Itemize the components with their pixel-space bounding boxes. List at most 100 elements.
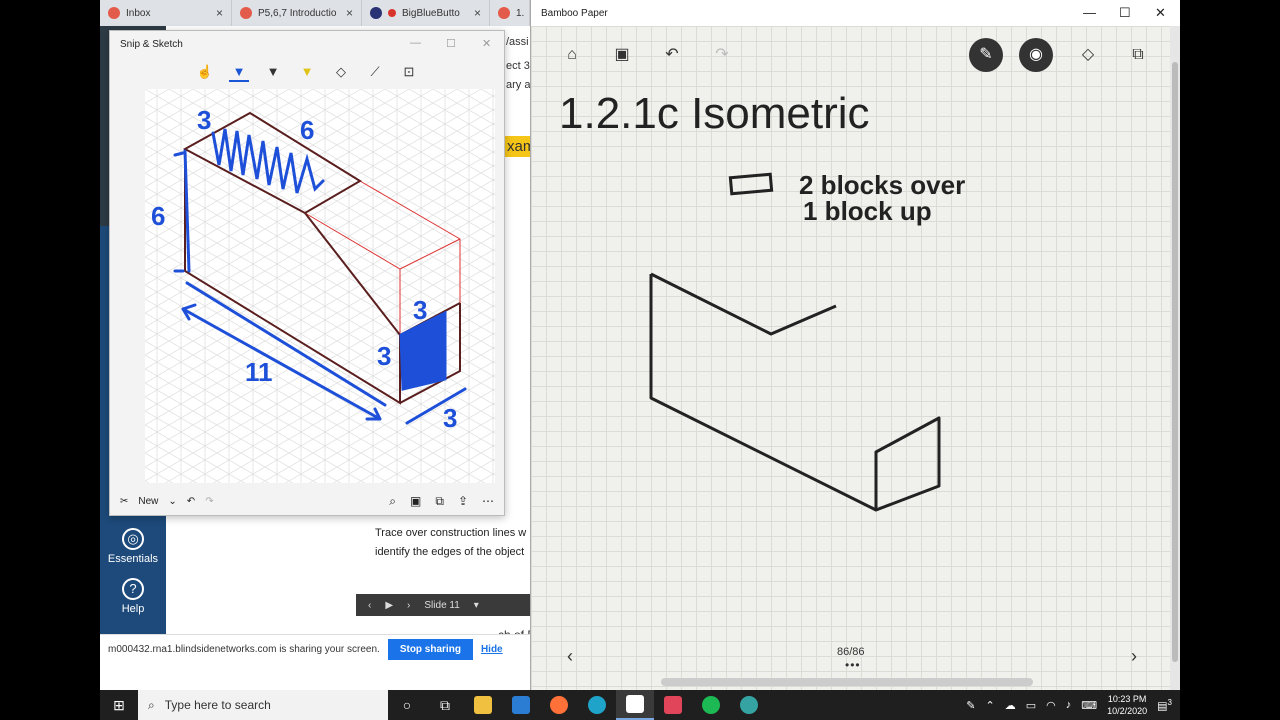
dimension-label: 3 [377,341,391,371]
pen-tool-icon[interactable]: ✎ [969,38,1003,72]
clock[interactable]: 10:23 PM 10/2/2020 [1107,693,1147,717]
maximize-icon[interactable]: ☐ [1119,5,1131,21]
dimension-label: 3 [197,105,211,135]
window-title: Bamboo Paper [541,7,608,19]
copy-icon[interactable]: ⧉ [435,494,444,509]
prev-slide-icon[interactable]: ‹ [368,600,371,611]
more-icon[interactable]: ⋯ [482,494,494,509]
nav-label: Help [121,603,145,615]
redo-icon[interactable]: ↷ [709,42,735,68]
volume-icon[interactable]: ♪ [1066,699,1072,711]
undo-icon[interactable]: ↶ [187,496,195,507]
handwritten-notes: 1.2.1c Isometric 2 blocks over 1 block u… [559,89,965,512]
home-icon[interactable]: ⌂ [559,42,585,68]
minimize-icon[interactable]: — [1083,5,1096,20]
vertical-scrollbar[interactable] [1170,26,1180,690]
snip-sketch-window: Snip & Sketch — ☐ ✕ ☝ ▼ ▼ ▼ ◇ ⟋ ⊡ 3 6 6 … [109,30,505,516]
pen-workspace-icon[interactable]: ✎ [966,699,975,712]
close-icon[interactable]: ✕ [1155,5,1166,21]
cortana-icon[interactable]: ○ [388,690,426,720]
prev-page-arrow[interactable]: ‹ [567,646,573,667]
highlighter-icon[interactable]: ▼ [297,62,317,82]
selection-icon[interactable]: ⧉ [1125,42,1151,68]
browser-tab-introduction[interactable]: P5,6,7 Introductio × [232,0,362,26]
close-tab-icon[interactable]: × [474,6,481,20]
snip-sketch-taskbar-icon[interactable] [654,690,692,720]
chevron-down-icon[interactable]: ⌄ [168,496,176,507]
isometric-sketch: 3 6 6 3 3 11 3 [145,89,495,483]
slide-caption-line: Trace over construction lines w [375,527,527,539]
eraser-icon[interactable]: ◇ [1075,42,1101,68]
zoom-icon[interactable]: ⌕ [389,494,396,509]
browser-tab-inbox[interactable]: Inbox × [100,0,232,26]
browser-tab-assignment[interactable]: 1. [490,0,530,26]
taskbar-search[interactable]: ⌕ Type here to search [138,690,388,720]
notification-count: 3 [1167,697,1172,707]
snip-canvas[interactable]: 3 6 6 3 3 11 3 [145,89,495,483]
battery-icon[interactable]: ▭ [1026,699,1036,712]
scroll-thumb[interactable] [1172,62,1178,662]
play-icon[interactable]: ▶ [385,600,393,611]
image-icon[interactable]: ▣ [609,42,635,68]
dimension-label: 6 [300,115,314,145]
clock-time: 10:23 PM [1107,694,1147,704]
next-page-arrow[interactable]: › [1131,646,1137,667]
dimension-label: 11 [245,357,273,387]
snip-bottom-bar: ✂ New ⌄ ↶ ↷ ⌕ ▣ ⧉ ⇪ ⋯ [110,487,504,515]
windows-start-icon[interactable]: ⊞ [100,697,138,714]
chevron-down-icon[interactable]: ▾ [474,600,479,611]
edge-dev-icon[interactable] [730,690,768,720]
block-icon [728,172,774,196]
page-fragment: /assi [506,36,529,48]
notification-icon[interactable]: ▤3 [1157,698,1172,713]
pencil-icon[interactable]: ▼ [263,62,283,82]
wifi-icon[interactable]: ◠ [1046,699,1056,712]
undo-icon[interactable]: ↶ [659,42,685,68]
minimize-icon[interactable]: — [410,37,421,49]
slide-label[interactable]: Slide 11 [424,600,459,611]
eraser-icon[interactable]: ◇ [331,62,351,82]
nav-item-help[interactable]: ? Help [100,578,166,615]
keyboard-icon[interactable]: ⌨ [1081,699,1097,712]
ballpoint-pen-icon[interactable]: ▼ [229,62,249,82]
new-snip-icon[interactable]: ✂ [120,496,128,507]
isometric-drawing [649,272,941,512]
spotify-icon[interactable] [692,690,730,720]
close-tab-icon[interactable]: × [216,6,223,20]
new-button[interactable]: New [138,496,158,507]
firefox-icon[interactable] [540,690,578,720]
touch-writing-icon[interactable]: ☝ [195,62,215,82]
redo-icon[interactable]: ↷ [205,496,213,507]
maximize-icon[interactable]: ☐ [446,37,456,50]
mail-icon[interactable] [502,690,540,720]
stop-sharing-button[interactable]: Stop sharing [387,639,473,660]
page-dots-icon[interactable]: ••• [845,658,861,672]
chevron-up-icon[interactable]: ⌃ [985,699,994,712]
browser-tab-bigbluebutton[interactable]: BigBlueButto × [362,0,490,26]
tab-label: Inbox [126,7,151,19]
file-explorer-icon[interactable] [464,690,502,720]
page-fragment: ect 3 [506,60,530,72]
horizontal-scrollbar[interactable] [661,678,1033,686]
edge-icon[interactable] [578,690,616,720]
crop-icon[interactable]: ⊡ [399,62,419,82]
hide-link[interactable]: Hide [481,644,503,655]
note-line: 1 block up [803,196,932,226]
save-icon[interactable]: ▣ [410,494,421,509]
next-slide-icon[interactable]: › [407,600,410,611]
onedrive-icon[interactable]: ☁ [1005,699,1016,712]
share-icon[interactable]: ⇪ [458,494,468,509]
nav-item-essentials[interactable]: ◎ Essentials [100,528,166,565]
ink-color-icon[interactable]: ◉ [1019,38,1053,72]
task-view-icon[interactable]: ⧉ [426,690,464,720]
notebook-page[interactable]: 1.2.1c Isometric 2 blocks over 1 block u… [531,26,1171,690]
bamboo-paper-taskbar-icon[interactable] [616,690,654,720]
search-icon: ⌕ [148,697,155,712]
close-icon[interactable]: ✕ [482,37,491,50]
close-tab-icon[interactable]: × [346,6,353,20]
ruler-icon[interactable]: ⟋ [365,62,385,82]
clock-date: 10/2/2020 [1107,706,1148,716]
dimension-label: 6 [151,201,165,231]
tab-label: 1. [516,7,525,19]
snip-toolbar: ☝ ▼ ▼ ▼ ◇ ⟋ ⊡ [110,57,504,87]
